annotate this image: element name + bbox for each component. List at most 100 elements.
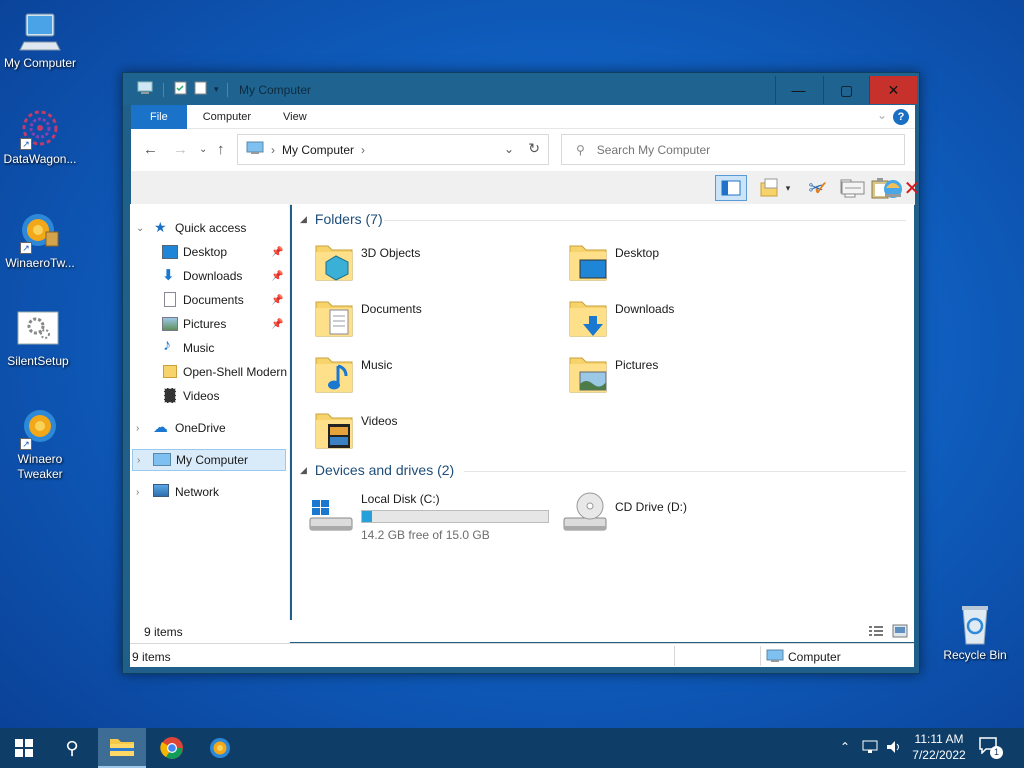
new-folder-icon[interactable] — [194, 81, 208, 98]
search-box[interactable]: ⚲ — [561, 134, 905, 165]
address-bar[interactable]: › My Computer › ⌄ ↻ — [237, 134, 549, 165]
sidebar-item-label: Open-Shell Modern — [183, 365, 288, 379]
desktop-icon-label: SilentSetup — [7, 354, 69, 368]
refresh-icon[interactable]: ↻ — [528, 140, 540, 157]
sidebar-item-label: OneDrive — [175, 421, 226, 435]
folder-tile-desktop[interactable]: Desktop — [554, 238, 794, 288]
desktop-icon-winaerotweaker[interactable]: ↗ WinaeroTw... — [0, 210, 80, 270]
help-button[interactable]: ? — [893, 109, 909, 125]
volume-icon[interactable] — [886, 740, 902, 757]
desktop-icon-label: Recycle Bin — [943, 648, 1007, 662]
status-bar: 9 items Computer — [130, 643, 914, 667]
tab-view[interactable]: View — [267, 105, 323, 129]
chevron-right-icon[interactable]: › — [137, 455, 140, 466]
group-title: Devices and drives (2) — [314, 462, 455, 478]
maximize-button[interactable]: ▢ — [823, 76, 869, 104]
folder-tile-music[interactable]: Music — [300, 350, 540, 400]
sidebar-item-label: Pictures — [183, 317, 227, 331]
expand-ribbon-icon[interactable]: ⌄ — [877, 108, 887, 122]
title-bar[interactable]: ▾ My Computer — ▢ ✕ — [123, 73, 919, 105]
folder-tile-downloads[interactable]: Downloads — [554, 294, 794, 344]
navigation-pane-button[interactable] — [715, 175, 747, 201]
chevron-down-icon[interactable]: ▾ — [781, 175, 795, 201]
divider — [384, 220, 906, 221]
search-button[interactable]: ⚲ — [48, 728, 96, 768]
sidebar-item-my-computer[interactable]: › My Computer — [132, 449, 286, 471]
drive-name: Local Disk (C:) — [361, 492, 440, 506]
sidebar-item-label: Downloads — [183, 269, 243, 283]
window-title: My Computer — [239, 83, 312, 97]
close-button[interactable]: ✕ — [869, 76, 917, 104]
drive-tile-cd-drive-d[interactable]: CD Drive (D:) — [554, 488, 794, 538]
new-folder-button[interactable] — [757, 175, 783, 201]
search-input[interactable] — [596, 142, 887, 157]
tab-computer[interactable]: Computer — [187, 105, 267, 129]
sidebar-item-desktop[interactable]: Desktop 📌 — [130, 241, 289, 263]
desktop-icon-datawagon[interactable]: ↗ DataWagon... — [0, 106, 80, 166]
address-dropdown-icon[interactable]: ⌄ — [504, 142, 514, 156]
sidebar-item-label: Music — [183, 341, 215, 355]
folder-tile-3d-objects[interactable]: 3D Objects — [300, 238, 540, 288]
chevron-down-icon[interactable]: ⌄ — [136, 223, 144, 234]
sidebar-item-onedrive[interactable]: › ☁ OneDrive — [130, 417, 289, 439]
clock[interactable]: 11:11 AM 7/22/2022 — [908, 731, 970, 763]
sidebar-item-network[interactable]: › Network — [130, 481, 289, 503]
sidebar-item-videos[interactable]: Videos — [130, 385, 289, 407]
hard-drive-icon — [308, 496, 354, 537]
back-button[interactable]: ← — [143, 141, 158, 158]
collapse-group-icon[interactable]: ◢ — [300, 214, 307, 225]
email-button[interactable] — [840, 175, 866, 201]
sidebar-item-music[interactable]: ♪ Music — [130, 337, 289, 359]
forward-button[interactable]: → — [173, 141, 188, 158]
chevron-up-icon[interactable]: ⌃ — [840, 740, 850, 754]
chevron-down-icon[interactable]: ▾ — [214, 84, 219, 95]
network-globe-button[interactable] — [880, 175, 906, 201]
folder-tile-pictures[interactable]: Pictures — [554, 350, 794, 400]
desktop-icon-silentsetup[interactable]: SilentSetup — [0, 308, 78, 368]
sidebar-item-downloads[interactable]: ⬇ Downloads 📌 — [130, 265, 289, 287]
status-bar-inner: 9 items — [130, 620, 914, 642]
up-button[interactable]: ↑ — [217, 141, 225, 158]
start-button[interactable] — [0, 728, 48, 768]
properties-icon[interactable] — [174, 81, 188, 98]
notification-badge: 1 — [990, 746, 1003, 759]
collapse-group-icon[interactable]: ◢ — [300, 465, 307, 476]
star-icon: ★ — [154, 219, 167, 235]
delete-x-icon: ✕ — [903, 177, 921, 200]
action-center-button[interactable]: 1 — [978, 736, 1006, 760]
desktop-icon-winaero-tweaker[interactable]: ↗ Winaero Tweaker — [0, 406, 80, 482]
desktop-icon — [162, 245, 178, 259]
sidebar-item-pictures[interactable]: Pictures 📌 — [130, 313, 289, 335]
computer-icon — [137, 81, 153, 98]
rename-button[interactable] — [929, 175, 955, 201]
sidebar-item-label: Documents — [183, 293, 244, 307]
details-view-icon[interactable] — [868, 624, 884, 641]
properties-checkmark-button[interactable]: ✓ — [808, 175, 834, 201]
breadcrumb-separator[interactable]: › — [271, 143, 275, 157]
breadcrumb[interactable]: My Computer — [282, 143, 354, 157]
network-tray-icon[interactable] — [862, 740, 878, 757]
group-header-folders[interactable]: ◢ Folders (7) — [300, 211, 383, 227]
large-icons-view-icon[interactable] — [892, 624, 908, 641]
taskbar-chrome[interactable] — [148, 728, 196, 768]
chevron-right-icon[interactable]: › — [136, 423, 139, 434]
desktop-icon-recycle-bin[interactable]: Recycle Bin — [935, 602, 1015, 662]
desktop-icon-my-computer[interactable]: My Computer — [0, 10, 80, 70]
breadcrumb-separator[interactable]: › — [361, 143, 365, 157]
group-title: Folders (7) — [314, 211, 383, 227]
taskbar-file-explorer[interactable] — [98, 728, 146, 768]
group-header-devices[interactable]: ◢ Devices and drives (2) — [300, 462, 454, 478]
folder-tile-documents[interactable]: Documents — [300, 294, 540, 344]
sidebar-item-documents[interactable]: Documents 📌 — [130, 289, 289, 311]
drive-tile-local-disk-c[interactable]: Local Disk (C:) 14.2 GB free of 15.0 GB — [300, 488, 552, 542]
recent-locations-chevron-icon[interactable]: ⌄ — [199, 144, 207, 155]
sidebar-item-quick-access[interactable]: ⌄ ★ Quick access — [130, 217, 289, 239]
pin-icon: 📌 — [271, 318, 284, 330]
tab-file[interactable]: File — [131, 104, 187, 129]
minimize-button[interactable]: — — [775, 76, 821, 104]
taskbar-winaero[interactable] — [196, 728, 244, 768]
checkmark-icon: ✓ — [812, 177, 830, 200]
folder-tile-videos[interactable]: Videos — [300, 406, 540, 456]
chevron-right-icon[interactable]: › — [136, 487, 139, 498]
sidebar-item-open-shell[interactable]: Open-Shell Modern — [130, 361, 289, 383]
